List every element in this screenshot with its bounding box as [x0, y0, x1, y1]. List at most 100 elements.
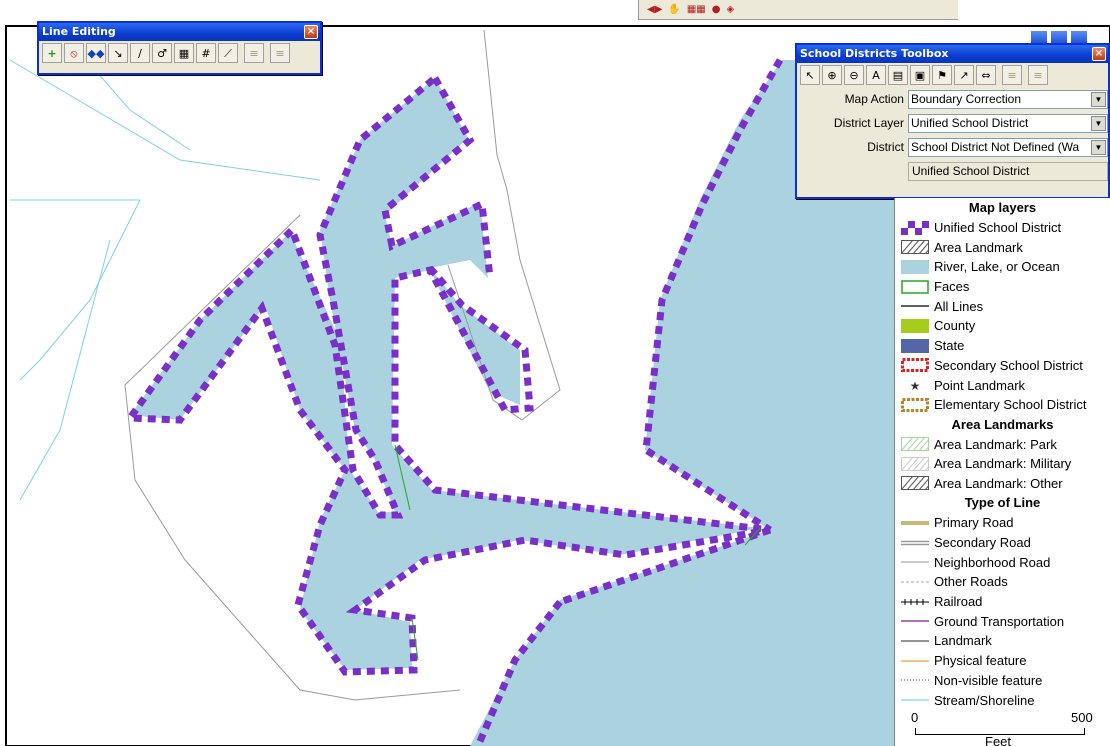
line-editing-tools: + ⦸ ◆◆ ↘ ∕ ♂ ▦ # ⟋ ≡ ≡: [39, 41, 320, 65]
line-type-legend-item: Railroad: [895, 592, 1110, 612]
restore-button[interactable]: [1050, 30, 1068, 44]
legend-label: Secondary School District: [934, 357, 1083, 373]
zoom-in-icon[interactable]: ◀▶: [647, 4, 662, 15]
legend-swatch-icon: [901, 240, 931, 255]
district-select[interactable]: School District Not Defined (Wa ▼: [907, 137, 1108, 157]
chevron-down-icon[interactable]: ▼: [1091, 115, 1106, 131]
close-window-button[interactable]: [1070, 30, 1088, 44]
legend-label: Elementary School District: [934, 397, 1087, 413]
toolbox-title: School Districts Toolbox: [800, 47, 949, 60]
legend-label: Area Landmark: Military: [934, 456, 1072, 472]
merge-icon: ⇔: [981, 68, 991, 82]
map-layer-legend-item: Unified School District: [895, 218, 1110, 238]
scale-bar: 0 500 Feet: [905, 710, 1110, 746]
legend-label: Area Landmark: Park: [934, 436, 1057, 452]
legend-swatch-icon: [901, 476, 931, 491]
toolbox-title-bar[interactable]: School Districts Toolbox ×: [797, 45, 1108, 63]
legend-heading-area-landmarks: Area Landmarks: [951, 416, 1054, 432]
legend-swatch-icon: [901, 654, 931, 668]
info-icon[interactable]: ●: [712, 4, 721, 15]
app-toolbar: ◀▶ ✋ ▦▦ ● ◈: [638, 0, 958, 20]
legend-swatch-icon: [901, 575, 931, 589]
line-editing-button-split[interactable]: ♂: [152, 43, 172, 63]
line-type-legend-item: Ground Transportation: [895, 611, 1110, 631]
line-editing-button-grip-left[interactable]: ≡: [244, 43, 264, 63]
reshape-icon: ∕: [138, 46, 142, 60]
line-editing-title: Line Editing: [42, 25, 116, 38]
line-editing-button-reshape[interactable]: ∕: [130, 43, 150, 63]
line-type-legend-item: Primary Road: [895, 513, 1110, 533]
line-type-legend-item: Physical feature: [895, 651, 1110, 671]
toolbox-button-annotation[interactable]: A: [866, 65, 886, 85]
area-landmark-legend-item: Area Landmark: Other: [895, 474, 1110, 494]
line-editing-button-add[interactable]: +: [42, 43, 62, 63]
legend-label: Point Landmark: [934, 377, 1026, 393]
district-layer-row: District Layer Unified School District ▼: [797, 111, 1108, 135]
legend-label: Other Roads: [934, 574, 1008, 590]
toolbox-button-grip-right[interactable]: ≡: [1028, 65, 1048, 85]
toolbox-button-zoom-in[interactable]: ⊕: [822, 65, 842, 85]
line-editing-title-bar[interactable]: Line Editing ×: [39, 23, 320, 41]
legend-label: Unified School District: [934, 220, 1062, 236]
toolbox-button-report[interactable]: ▤: [888, 65, 908, 85]
toolbox-button-document[interactable]: ▣: [910, 65, 930, 85]
toolbox-button-select[interactable]: ↖: [800, 65, 820, 85]
stop-icon: ⦸: [70, 46, 78, 60]
toolbox-button-merge[interactable]: ⇔: [976, 65, 996, 85]
legend-label: Faces: [934, 279, 970, 295]
legend-swatch-icon: [901, 318, 931, 333]
toolbox-button-grip-left[interactable]: ≡: [1002, 65, 1022, 85]
map-layer-legend-item: River, Lake, or Ocean: [895, 257, 1110, 277]
line-editing-button-delete-vertex[interactable]: ↘: [108, 43, 128, 63]
legend-label: All Lines: [934, 298, 984, 314]
legend-swatch-icon: [901, 358, 931, 373]
line-editing-toolbar: Line Editing × + ⦸ ◆◆ ↘ ∕ ♂ ▦ # ⟋ ≡ ≡: [37, 21, 322, 75]
legend-swatch-icon: [901, 338, 931, 353]
legend-label: Primary Road: [934, 515, 1014, 531]
zoom-in-icon: ⊕: [827, 68, 837, 82]
line-editing-button-number[interactable]: #: [196, 43, 216, 63]
report-icon: ▤: [892, 68, 904, 82]
line-type-legend-item: Secondary Road: [895, 533, 1110, 553]
map-layer-legend-item: County: [895, 316, 1110, 336]
line-editing-button-flip[interactable]: ⟋: [218, 43, 238, 63]
chevron-down-icon[interactable]: ▼: [1091, 139, 1106, 155]
district-layer-value: Unified School District: [910, 115, 1029, 130]
legend-swatch-icon: [901, 595, 931, 609]
line-editing-button-stop[interactable]: ⦸: [64, 43, 84, 63]
layout-icon[interactable]: ▦▦: [687, 4, 706, 15]
map-icon[interactable]: ◈: [726, 4, 734, 15]
number-icon: #: [201, 46, 211, 60]
move-icon: ◆◆: [87, 46, 105, 60]
toolbox-close-button[interactable]: ×: [1092, 47, 1106, 61]
toolbox-button-flag[interactable]: ⚑: [932, 65, 952, 85]
legend-swatch-icon: [901, 456, 931, 471]
line-editing-button-attributes[interactable]: ▦: [174, 43, 194, 63]
district-layer-select[interactable]: Unified School District ▼: [907, 113, 1108, 133]
scale-start: 0: [911, 709, 919, 725]
toolbox-button-zoom-out[interactable]: ⊖: [844, 65, 864, 85]
line-editing-button-grip-right[interactable]: ≡: [270, 43, 290, 63]
map-layer-legend-item: ★ Point Landmark: [895, 375, 1110, 395]
pointer-icon: ↗: [959, 68, 969, 82]
map-layer-legend-item: Faces: [895, 277, 1110, 297]
zoom-out-icon: ⊖: [849, 68, 859, 82]
line-type-legend-item: Neighborhood Road: [895, 552, 1110, 572]
attributes-icon: ▦: [178, 46, 190, 60]
flip-icon: ⟋: [224, 46, 232, 60]
toolbox-button-pointer[interactable]: ↗: [954, 65, 974, 85]
legend-swatch-icon: [901, 555, 931, 569]
legend-label: Stream/Shoreline: [934, 692, 1035, 708]
school-districts-toolbox: School Districts Toolbox × ↖ ⊕ ⊖ A ▤ ▣ ⚑ ↗ ⇔ ≡ ≡ M…: [795, 43, 1110, 199]
legend-label: Physical feature: [934, 653, 1027, 669]
line-editing-button-move[interactable]: ◆◆: [86, 43, 106, 63]
legend-swatch-icon: [901, 279, 931, 294]
line-editing-close-button[interactable]: ×: [304, 25, 318, 39]
pan-icon[interactable]: ✋: [668, 4, 680, 15]
map-layer-legend-item: Area Landmark: [895, 237, 1110, 257]
minimize-button[interactable]: [1030, 30, 1048, 44]
chevron-down-icon[interactable]: ▼: [1091, 91, 1106, 107]
legend-label: State: [934, 338, 965, 354]
annotation-icon: A: [872, 68, 880, 82]
map-action-select[interactable]: Boundary Correction ▼: [907, 89, 1108, 109]
